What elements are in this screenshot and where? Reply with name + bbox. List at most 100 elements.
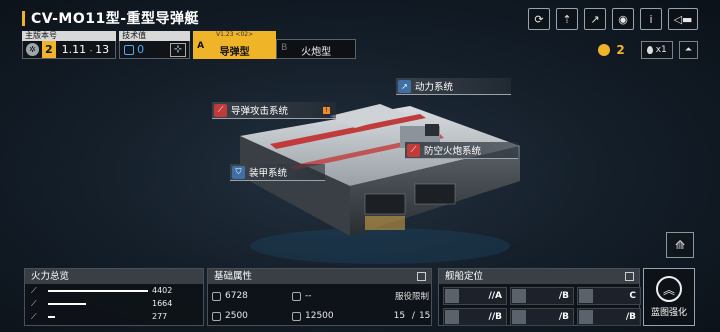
role-icon: [445, 289, 459, 303]
side-panel: [364, 193, 406, 215]
main-version-body: ✲ 2 1.11 - 13: [22, 41, 117, 59]
drop-counter[interactable]: x1: [640, 41, 673, 59]
armor-icon: [292, 291, 301, 301]
pos-cell: //B: [443, 308, 507, 326]
positioning-title: 舰船定位: [439, 269, 639, 284]
attr-armor: --: [292, 286, 372, 306]
system-power[interactable]: ↗ 动力系统: [396, 78, 511, 95]
rank-badge-icon[interactable]: ⟰: [666, 232, 694, 258]
gear-icon: ✲: [26, 43, 39, 56]
version-minor: 13: [95, 43, 110, 56]
version-major: 1.11: [61, 43, 87, 56]
floor-glow: [250, 228, 510, 264]
firepower-row: ⟋ 277: [25, 310, 203, 323]
refresh-icon[interactable]: ⟳: [528, 8, 550, 30]
power-system-icon: ↗: [398, 79, 411, 93]
firepower-value: 277: [152, 312, 168, 321]
system-missile-label: 导弹攻击系统: [231, 106, 289, 117]
pos-grade: //A: [488, 291, 502, 301]
drop-count: x1: [655, 45, 667, 55]
firepower-icon: ⟋: [31, 311, 37, 321]
system-armor[interactable]: ⛉ 装甲系统: [230, 164, 325, 181]
firepower-title: 火力总览: [25, 269, 203, 284]
attr-armor-value: --: [305, 291, 312, 301]
chevron-up-icon: ︽: [656, 276, 682, 302]
missile-system-icon: ⟋: [214, 103, 227, 117]
ship-illustration: [240, 104, 520, 264]
positioning-grid: //A /B C //B /B /B: [439, 284, 641, 329]
toggle-icon[interactable]: [625, 272, 634, 281]
top-icon-bar: ⟳ ⇡ ↗ ◉ i ◁▬: [528, 8, 698, 30]
external-link-icon[interactable]: ↗: [584, 8, 606, 30]
back-icon[interactable]: ◁▬: [668, 8, 698, 30]
medal-count: 2: [616, 43, 625, 57]
system-armor-label: 装甲系统: [249, 168, 288, 179]
tab-version: V1.23 <02>: [216, 31, 254, 38]
warning-icon: !: [323, 106, 330, 114]
tech-icon: [124, 44, 135, 55]
attr-hp: 6728: [212, 286, 292, 306]
info-row: 主版本号 ✲ 2 1.11 - 13 技术值 0 ⊹ V1.23 <02> A …: [22, 31, 357, 59]
positioning-title-text: 舰船定位: [445, 271, 484, 282]
main-version-block: 主版本号 ✲ 2 1.11 - 13: [22, 31, 117, 59]
tech-label: 技术值: [119, 31, 191, 41]
service-current: 15: [393, 311, 406, 321]
tech-block: 技术值 0 ⊹: [119, 31, 191, 59]
firepower-row: ⟋ 1664: [25, 297, 203, 310]
pos-cell: /B: [577, 308, 641, 326]
firepower-panel: 火力总览 ⟋ 4402 ⟋ 1664 ⟋ 277: [24, 268, 204, 326]
copy-icon[interactable]: [417, 272, 426, 281]
share-icon[interactable]: ⇡: [556, 8, 578, 30]
firepower-value: 4402: [152, 286, 173, 295]
firepower-bar-track: [48, 315, 148, 319]
turret-cap: [425, 124, 439, 136]
info-icon[interactable]: i: [640, 8, 662, 30]
firepower-icon: ⟋: [31, 298, 37, 308]
system-aa-label: 防空火炮系统: [424, 146, 482, 157]
positioning-panel: 舰船定位 //A /B C //B /B /B: [438, 268, 641, 329]
layers-button[interactable]: ⏶: [678, 41, 698, 59]
pos-value: B: [562, 291, 569, 301]
firepower-bar: [48, 302, 86, 305]
system-missile[interactable]: ⟋ 导弹攻击系统 !: [212, 102, 336, 119]
pos-cell: /B: [510, 308, 574, 326]
tech-adjust-button[interactable]: ⊹: [170, 42, 187, 57]
side-panel-2: [414, 183, 456, 205]
attributes-title: 基础属性: [208, 269, 431, 284]
attr-range: 12500: [292, 306, 372, 326]
firepower-value: 1664: [152, 299, 173, 308]
firepower-bar: [48, 315, 55, 318]
service-separator: /: [409, 311, 415, 321]
role-icon: [445, 310, 459, 324]
tab-gun-type[interactable]: B 火炮型: [276, 39, 357, 59]
firepower-row: ⟋ 4402: [25, 284, 203, 297]
blueprint-enhance-button[interactable]: ︽ 蓝图强化: [643, 268, 695, 326]
attr-hp-value: 6728: [225, 291, 248, 301]
title-bar: CV-MO11型-重型导弹艇: [22, 8, 199, 28]
firepower-icon: ⟋: [31, 285, 37, 295]
right-info: 2 x1 ⏶: [598, 41, 698, 59]
range-icon: [292, 311, 301, 321]
armor-system-icon: ⛉: [232, 165, 245, 179]
ship-title: CV-MO11型-重型导弹艇: [31, 11, 200, 27]
role-icon: [512, 289, 526, 303]
role-icon: [579, 310, 593, 324]
service-max: 15: [418, 311, 431, 321]
attributes-title-text: 基础属性: [214, 271, 253, 282]
eye-icon[interactable]: ◉: [612, 8, 634, 30]
tab-label-missile: 导弹型: [219, 47, 250, 58]
pos-grade: /B: [626, 312, 636, 322]
attr-range-value: 12500: [305, 311, 334, 321]
drop-icon: [646, 46, 653, 54]
pos-value: A: [495, 291, 502, 301]
pos-cell: //A: [443, 287, 507, 305]
system-aa[interactable]: ⟋ 防空火炮系统: [405, 142, 518, 159]
side-panel-light: [365, 216, 405, 230]
blueprint-label: 蓝图强化: [650, 308, 687, 318]
attributes-grid: 6728 -- 服役限制 2500 12500 15 / 15: [208, 284, 431, 328]
firepower-bar-track: [48, 302, 148, 306]
pos-value: B: [495, 312, 502, 322]
tab-missile-type[interactable]: V1.23 <02> A 导弹型: [193, 31, 277, 59]
pos-value: B: [629, 312, 636, 322]
system-power-label: 动力系统: [415, 82, 454, 93]
